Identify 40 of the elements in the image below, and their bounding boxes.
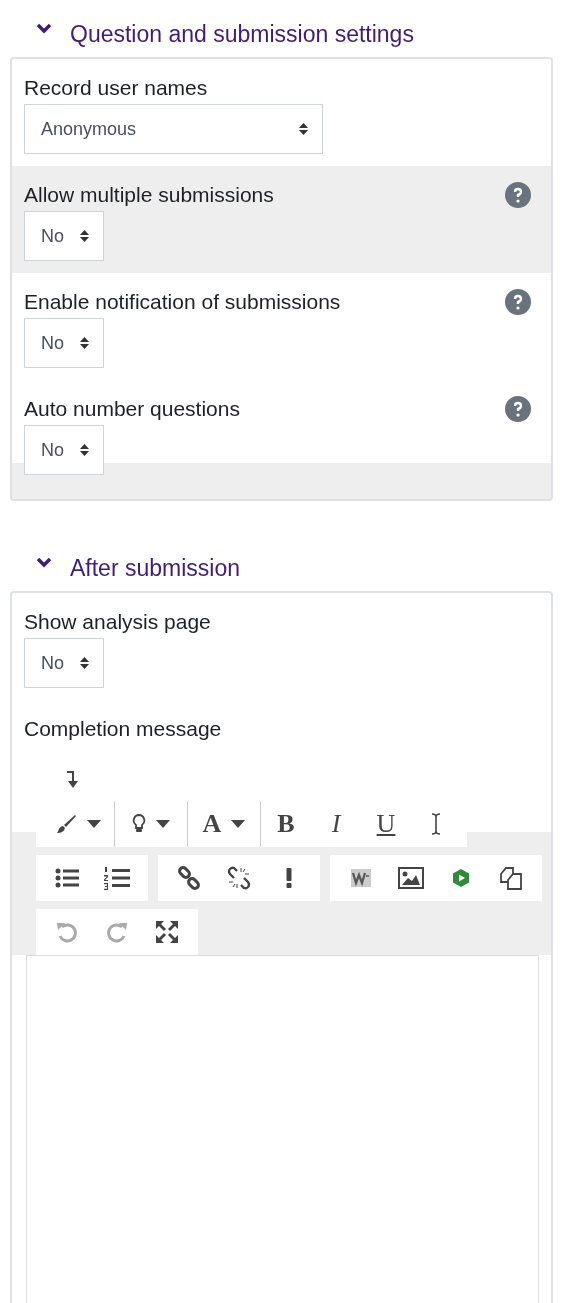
field-label: Enable notification of submissions: [24, 290, 341, 314]
field-label: Record user names: [24, 76, 208, 100]
undo-icon: [56, 921, 78, 943]
bulleted-list-icon: [55, 868, 79, 888]
sort-caret-icon: [80, 229, 89, 243]
unlink-icon: [227, 866, 251, 890]
caret-icon: [231, 820, 246, 828]
help-icon[interactable]: [505, 182, 531, 208]
select-field[interactable]: No: [24, 211, 104, 261]
redo-icon: [106, 921, 128, 943]
brush-icon: [55, 813, 77, 835]
field-label: Allow multiple submissions: [24, 183, 274, 207]
text-cursor-icon: [429, 812, 443, 836]
select-field[interactable]: No: [24, 318, 104, 368]
section-header[interactable]: After submission: [0, 551, 562, 585]
field-label: Auto number questions: [24, 397, 240, 421]
sort-caret-icon: [80, 656, 89, 670]
help-icon[interactable]: [505, 289, 531, 315]
select-field[interactable]: No: [24, 425, 104, 475]
sort-caret-icon: [299, 122, 308, 136]
lightbulb-icon: [132, 813, 146, 835]
sort-caret-icon: [80, 336, 89, 350]
field-label: Completion message: [24, 717, 222, 741]
numbered-list-icon: [104, 866, 130, 890]
sort-caret-icon: [80, 443, 89, 457]
word-document-icon: [351, 869, 371, 887]
caret-icon: [87, 820, 101, 828]
play-icon: [451, 868, 471, 888]
caret-icon: [156, 820, 170, 828]
image-icon: [398, 867, 424, 889]
select-field[interactable]: No: [24, 638, 104, 688]
link-icon: [177, 866, 201, 890]
exclamation-icon: [286, 868, 292, 888]
help-icon[interactable]: [505, 396, 531, 422]
paste-icon: [499, 866, 523, 890]
field-label: Show analysis page: [24, 610, 211, 634]
select-field[interactable]: Anonymous: [24, 104, 323, 154]
fullscreen-icon: [156, 921, 178, 943]
collapse-toolbar-icon[interactable]: [66, 769, 80, 789]
section-header[interactable]: Question and submission settings: [0, 17, 562, 51]
